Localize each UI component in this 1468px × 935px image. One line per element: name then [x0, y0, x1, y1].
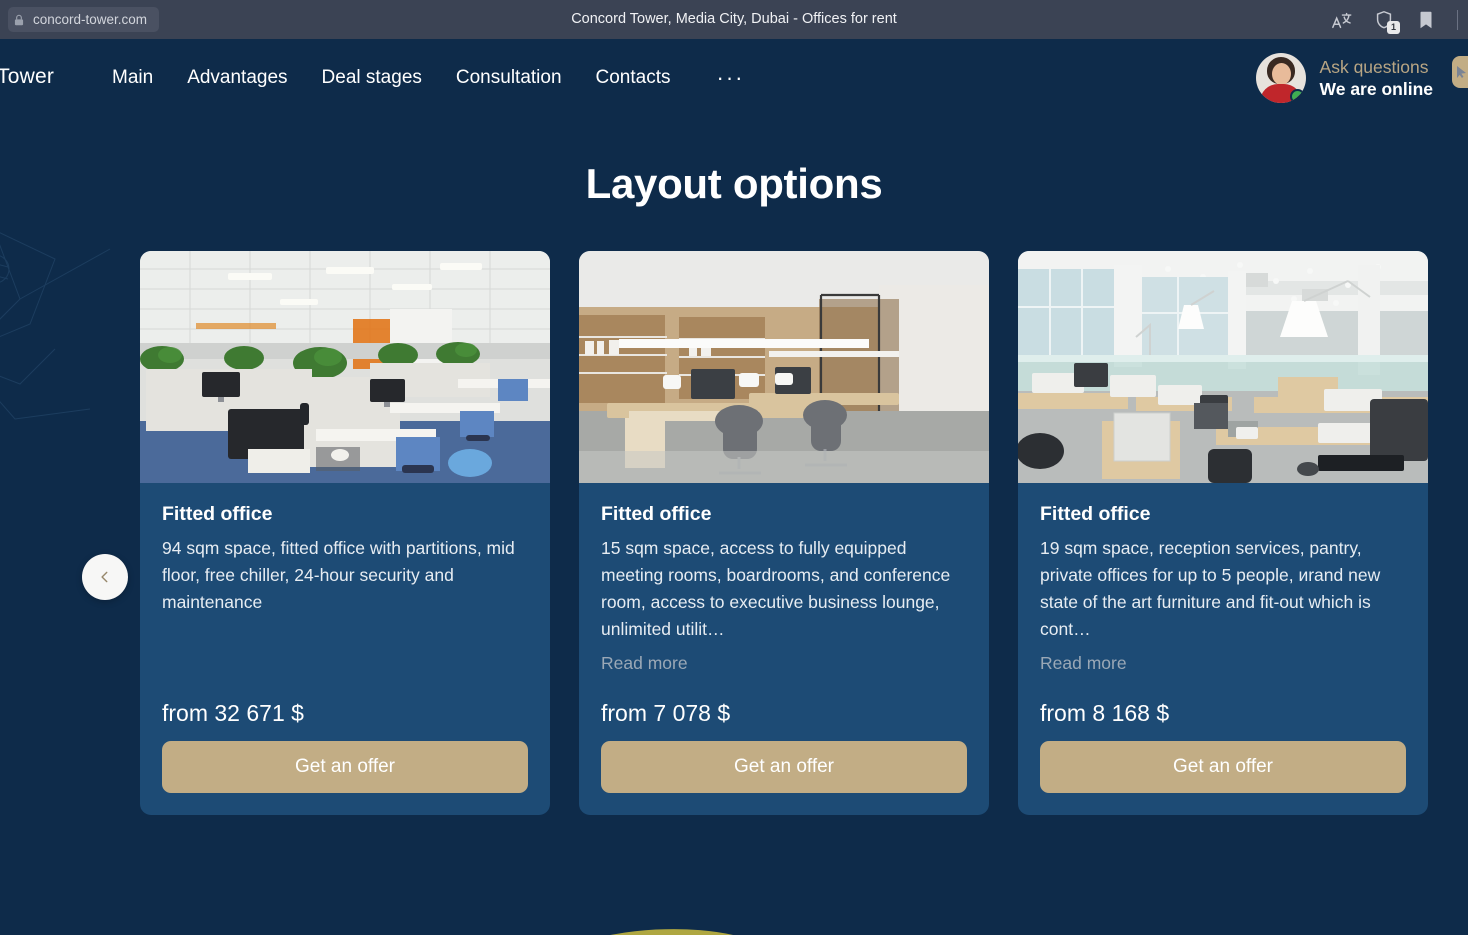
- card-list: Fitted office 94 sqm space, fitted offic…: [140, 251, 1428, 815]
- card-footer: from 7 078 $ Get an offer: [579, 674, 989, 793]
- get-an-offer-button[interactable]: Get an offer: [1040, 740, 1406, 793]
- bookmark-icon[interactable]: [1415, 9, 1437, 31]
- card-body: Fitted office 94 sqm space, fitted offic…: [140, 483, 550, 674]
- page-content: Tower Main Advantages Deal stages Consul…: [0, 39, 1468, 935]
- layout-option-card[interactable]: Fitted office 94 sqm space, fitted offic…: [140, 251, 550, 815]
- toolbar-divider: [1457, 9, 1458, 30]
- lock-icon: [12, 13, 26, 27]
- carousel-prev-button[interactable]: [82, 554, 128, 600]
- card-image-glass-partition-office: [1018, 251, 1428, 483]
- nav-item-main[interactable]: Main: [110, 63, 155, 93]
- card-image-cubicle-office: [140, 251, 550, 483]
- card-image-modern-office: [579, 251, 989, 483]
- highlight-annotation: [534, 929, 782, 935]
- browser-toolbar-right: 1: [1331, 0, 1458, 39]
- url-text: concord-tower.com: [33, 12, 148, 27]
- card-description: 94 sqm space, fitted office with partiti…: [162, 538, 515, 613]
- card-price: from 8 168 $: [1040, 699, 1170, 726]
- chevron-left-icon: [101, 571, 108, 583]
- read-more-link[interactable]: Read more: [1040, 653, 1127, 674]
- nav-item-contacts[interactable]: Contacts: [594, 63, 673, 93]
- shield-icon[interactable]: 1: [1373, 9, 1400, 34]
- nav-item-deal-stages[interactable]: Deal stages: [320, 63, 424, 93]
- nav-more-icon[interactable]: ···: [703, 65, 745, 91]
- page-title: Layout options: [585, 160, 883, 207]
- layout-option-card[interactable]: Fitted office 19 sqm space, reception se…: [1018, 251, 1428, 815]
- site-navbar: Tower Main Advantages Deal stages Consul…: [0, 39, 1468, 117]
- site-brand[interactable]: Tower: [0, 65, 54, 89]
- nav-item-advantages[interactable]: Advantages: [185, 63, 289, 93]
- avatar: [1255, 53, 1306, 103]
- layout-options-carousel: Fitted office 94 sqm space, fitted offic…: [0, 251, 1468, 935]
- card-description: 19 sqm space, reception services, pantry…: [1040, 538, 1381, 640]
- nav-item-consultation[interactable]: Consultation: [454, 63, 564, 93]
- read-more-link[interactable]: Read more: [601, 653, 688, 674]
- card-description: 15 sqm space, access to fully equipped m…: [601, 538, 951, 640]
- layout-option-card[interactable]: Fitted office 15 sqm space, access to fu…: [579, 251, 989, 815]
- card-price: from 7 078 $: [601, 699, 731, 726]
- browser-title-bar: concord-tower.com Concord Tower, Media C…: [0, 0, 1468, 39]
- card-title: Fitted office: [162, 503, 273, 525]
- card-title: Fitted office: [601, 503, 712, 525]
- card-price: from 32 671 $: [162, 699, 304, 726]
- card-footer: from 8 168 $ Get an offer: [1018, 674, 1428, 793]
- chat-status-label: We are online: [1319, 79, 1433, 99]
- chat-widget-text: Ask questions We are online: [1320, 56, 1433, 101]
- chat-prompt-label: Ask questions: [1319, 56, 1429, 77]
- url-chip[interactable]: concord-tower.com: [8, 7, 160, 32]
- shield-badge: 1: [1387, 20, 1400, 34]
- translate-icon[interactable]: [1331, 9, 1353, 31]
- chat-widget[interactable]: Ask questions We are online: [1255, 53, 1433, 103]
- online-status-dot: [1289, 89, 1305, 103]
- card-body: Fitted office 15 sqm space, access to fu…: [579, 483, 989, 674]
- card-footer: from 32 671 $ Get an offer: [140, 674, 550, 793]
- window-title: Concord Tower, Media City, Dubai - Offic…: [571, 11, 897, 27]
- get-an-offer-button[interactable]: Get an offer: [162, 740, 528, 793]
- card-title: Fitted office: [1040, 503, 1151, 525]
- card-body: Fitted office 19 sqm space, reception se…: [1018, 483, 1428, 674]
- nav-links: Main Advantages Deal stages Consultation…: [110, 63, 744, 93]
- get-an-offer-button[interactable]: Get an offer: [601, 740, 967, 793]
